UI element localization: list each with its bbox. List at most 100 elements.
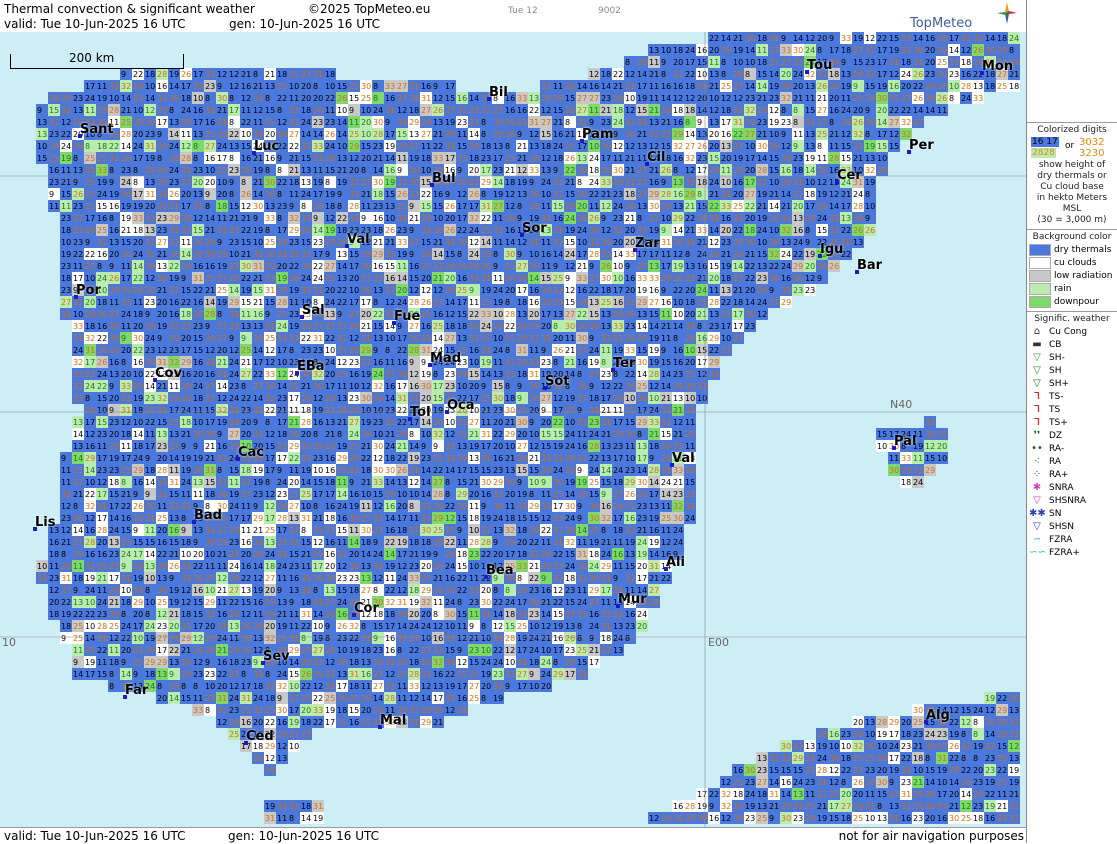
map-digit: 32 — [829, 226, 839, 235]
map-digit: 23 — [277, 202, 287, 211]
map-digit: 19 — [217, 298, 227, 307]
map-digit: 20 — [217, 190, 227, 199]
map-digit: 33 — [601, 178, 611, 187]
map-digit: 27 — [421, 106, 431, 115]
map-digit: 11 — [73, 262, 83, 271]
map-digit: 21 — [265, 70, 275, 79]
map-digit: 27 — [745, 190, 755, 199]
map-digit: 28 — [349, 202, 359, 211]
map-digit: 9 — [73, 178, 78, 187]
map-digit: 10 — [613, 274, 623, 283]
map-digit: 28 — [709, 250, 719, 259]
map-digit: 23 — [481, 154, 491, 163]
map-digit: 15 — [853, 58, 863, 67]
map-digit: 8 — [685, 118, 690, 127]
map-digit: 20 — [817, 34, 827, 43]
map-digit: 24 — [565, 250, 575, 259]
map-digit: 26 — [445, 262, 455, 271]
map-digit: 25 — [217, 166, 227, 175]
map-digit: 29 — [673, 130, 683, 139]
map-digit: 26 — [73, 142, 83, 151]
map-digit: 29 — [121, 286, 131, 295]
map-digit: 13 — [169, 118, 179, 127]
map-digit: 25 — [937, 58, 947, 67]
map-digit: 30 — [409, 178, 419, 187]
map-digit: 10 — [241, 130, 251, 139]
map-digit: 9 — [589, 118, 594, 127]
map-digit: 22 — [709, 202, 719, 211]
map-digit: 28 — [817, 166, 827, 175]
map-digit: 9 — [229, 178, 234, 187]
map-digit: 27 — [409, 142, 419, 151]
map-digit: 29 — [721, 46, 731, 55]
map-digit: 16 — [529, 298, 539, 307]
map-digit: 29 — [325, 238, 335, 247]
map-digit: 17 — [649, 250, 659, 259]
map-digit: 16 — [541, 250, 551, 259]
map-canvas: 22 14 21 30 18 28 9 14 12 20 9 33 19 12 22 15 33 14 16 28 17… — [0, 32, 1026, 827]
map-digit: 26 — [601, 262, 611, 271]
map-digit: 8 — [637, 214, 642, 223]
map-digit: 30 — [589, 226, 599, 235]
map-digit: 30 — [133, 82, 143, 91]
map-digit: 31 — [301, 214, 311, 223]
map-digit: 32 — [781, 226, 791, 235]
map-digit: 14 — [793, 34, 803, 43]
map-digit: 9 — [409, 202, 414, 211]
map-digit: 26 — [157, 166, 167, 175]
map-digit: 28 — [505, 214, 515, 223]
map-digit: 27 — [649, 298, 659, 307]
map-digit: 21 — [241, 214, 251, 223]
map-digit: 8 — [745, 70, 750, 79]
map-digit: 9 — [553, 262, 558, 271]
map-digit: 22 — [241, 226, 251, 235]
map-digit: 26 — [505, 274, 515, 283]
map-digit: 26 — [433, 106, 443, 115]
map-digit: 19 — [805, 250, 815, 259]
map-digit: 20 — [193, 178, 203, 187]
map-digit: 14 — [121, 94, 131, 103]
weather-map[interactable]: 22 14 21 30 18 28 9 14 12 20 9 33 19 12 22 15 33 14 16 28 17… — [0, 32, 1026, 827]
map-digit: 27 — [817, 106, 827, 115]
map-digit: 16 — [721, 214, 731, 223]
map-digit: 24 — [781, 262, 791, 271]
map-digit: 30 — [769, 274, 779, 283]
map-digit: 33 — [205, 70, 215, 79]
map-digit: 17 — [85, 82, 95, 91]
map-digit: 10 — [769, 226, 779, 235]
map-digit: 31 — [253, 250, 263, 259]
map-digit: 30 — [913, 46, 923, 55]
map-digit: 23 — [121, 166, 131, 175]
map-digit: 25 — [553, 274, 563, 283]
map-digit: 16 — [529, 286, 539, 295]
map-digit: 31 — [685, 238, 695, 247]
map-digit: 26 — [109, 274, 119, 283]
map-digit: 21 — [649, 106, 659, 115]
map-digit: 27 — [637, 190, 647, 199]
map-digit: 16 — [505, 226, 515, 235]
map-digit: 30 — [877, 94, 887, 103]
map-digit: 22 — [241, 274, 251, 283]
map-digit: 19 — [217, 262, 227, 271]
map-digit: 16 — [961, 70, 971, 79]
map-digit: 12 — [241, 202, 251, 211]
map-digit: 24 — [697, 250, 707, 259]
map-digit: 33 — [433, 154, 443, 163]
map-digit: 18 — [61, 274, 71, 283]
map-digit: 18 — [421, 154, 431, 163]
map-digit: 26 — [265, 250, 275, 259]
map-digit: 30 — [745, 34, 755, 43]
map-digit: 16 — [781, 166, 791, 175]
map-digit: 27 — [229, 262, 239, 271]
map-digit: 29 — [565, 202, 575, 211]
map-digit: 21 — [769, 190, 779, 199]
map-digit: 26 — [445, 226, 455, 235]
map-digit: 16 — [457, 94, 467, 103]
map-digit: 11 — [313, 166, 323, 175]
map-digit: 21 — [337, 166, 347, 175]
map-digit: 12 — [445, 310, 455, 319]
map-digit: 20 — [805, 262, 815, 271]
map-digit: 18 — [685, 106, 695, 115]
map-digit: 26 — [913, 70, 923, 79]
map-digit: 14 — [169, 82, 179, 91]
